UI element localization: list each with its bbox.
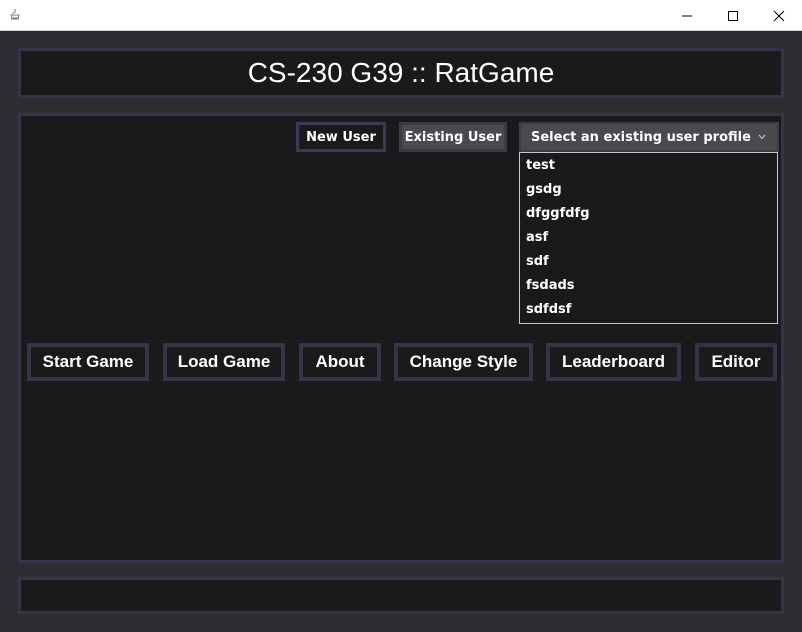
profile-dropdown-list: test gsdg dfggfdfg asf sdf fsdads sdfdsf bbox=[519, 152, 778, 324]
change-style-button[interactable]: Change Style bbox=[394, 343, 533, 381]
profile-select-value: Select an existing user profile bbox=[531, 129, 751, 145]
minimize-button[interactable] bbox=[664, 0, 710, 31]
new-user-button[interactable]: New User bbox=[296, 122, 386, 152]
java-icon bbox=[10, 9, 20, 20]
close-icon bbox=[773, 10, 785, 21]
app-window: CS-230 G39 :: RatGame New User Existing … bbox=[0, 31, 802, 632]
profile-select[interactable]: Select an existing user profile bbox=[519, 122, 779, 152]
maximize-icon bbox=[728, 10, 738, 21]
load-game-button[interactable]: Load Game bbox=[163, 343, 285, 381]
chevron-down-icon bbox=[758, 134, 766, 140]
main-panel: New User Existing User Select an existin… bbox=[18, 113, 784, 563]
window-titlebar[interactable] bbox=[0, 0, 802, 31]
profile-option[interactable]: dfggfdfg bbox=[520, 203, 777, 227]
page-title: CS-230 G39 :: RatGame bbox=[247, 57, 555, 88]
profile-option[interactable]: sdf bbox=[520, 251, 777, 275]
profile-option[interactable]: gsdg bbox=[520, 179, 777, 203]
profile-option[interactable]: fsdads bbox=[520, 275, 777, 299]
editor-button[interactable]: Editor bbox=[695, 343, 777, 381]
leaderboard-button[interactable]: Leaderboard bbox=[546, 343, 681, 381]
start-game-button[interactable]: Start Game bbox=[27, 343, 149, 381]
close-button[interactable] bbox=[756, 0, 802, 31]
profile-option[interactable]: asf bbox=[520, 227, 777, 251]
profile-option[interactable]: test bbox=[520, 155, 777, 179]
footer-panel bbox=[18, 577, 784, 614]
profile-option[interactable]: sdfdsf bbox=[520, 299, 777, 323]
minimize-icon bbox=[682, 15, 692, 16]
about-button[interactable]: About bbox=[299, 343, 381, 381]
existing-user-button[interactable]: Existing User bbox=[399, 122, 507, 152]
maximize-button[interactable] bbox=[710, 0, 756, 31]
header-panel: CS-230 G39 :: RatGame bbox=[18, 48, 784, 98]
